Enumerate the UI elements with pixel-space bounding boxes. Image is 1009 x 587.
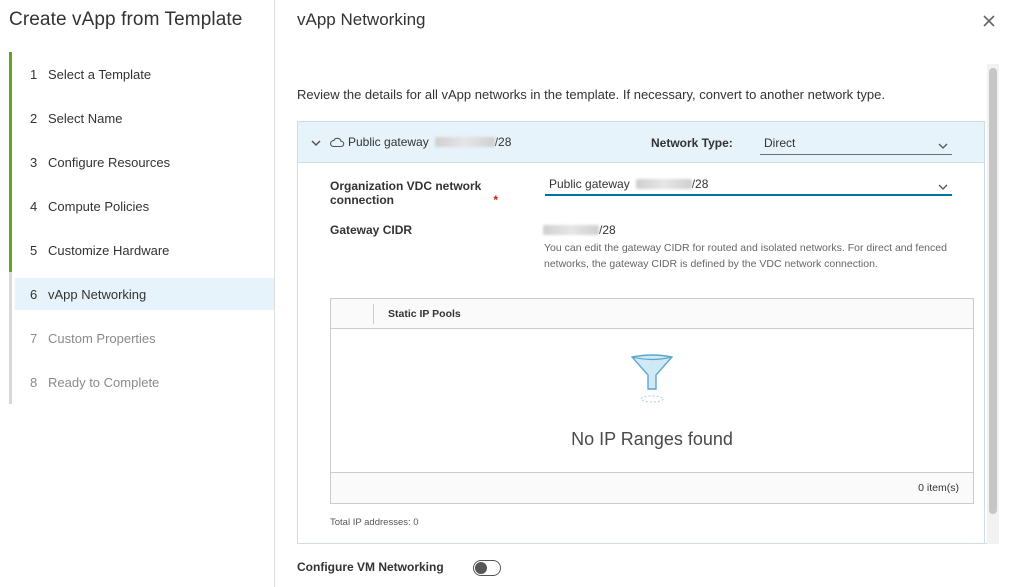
- network-name-suffix: /28: [494, 135, 512, 149]
- network-name: Public gateway /28: [348, 135, 511, 149]
- total-ip-addresses: Total IP addresses: 0: [330, 517, 419, 528]
- scrollbar-thumb[interactable]: [989, 68, 997, 514]
- filter-funnel-icon: [629, 353, 675, 405]
- org-vdc-label-text: Organization VDC network connection: [330, 179, 482, 207]
- redacted-address: [543, 225, 599, 235]
- chevron-down-icon[interactable]: [310, 136, 322, 148]
- step-label: Select a Template: [48, 66, 152, 82]
- step-label: Custom Properties: [48, 330, 156, 346]
- configure-vm-networking-toggle[interactable]: [473, 560, 501, 576]
- org-vdc-value-suffix: /28: [691, 177, 709, 191]
- step-custom-properties: 7 Custom Properties: [9, 316, 274, 360]
- grid-header: Static IP Pools: [331, 299, 973, 329]
- redacted-address: [635, 179, 692, 189]
- required-marker: *: [493, 193, 499, 207]
- network-type-label: Network Type:: [651, 136, 733, 150]
- step-number: 3: [30, 154, 38, 170]
- gateway-cidr-label: Gateway CIDR: [330, 223, 413, 237]
- org-vdc-value-prefix: Public gateway: [549, 177, 630, 191]
- empty-message: No IP Ranges found: [571, 429, 733, 449]
- network-card: Public gateway /28 Network Type: Direct …: [297, 121, 985, 544]
- step-number: 7: [30, 330, 38, 346]
- step-number: 5: [30, 242, 38, 258]
- step-label: vApp Networking: [48, 286, 147, 302]
- static-ip-pools-grid: Static IP Pools No IP Ranges found 0 ite…: [330, 298, 974, 504]
- step-configure-resources[interactable]: 3 Configure Resources: [9, 140, 274, 184]
- network-type-value: Direct: [764, 136, 796, 150]
- step-customize-hardware[interactable]: 5 Customize Hardware: [9, 228, 274, 272]
- intro-text: Review the details for all vApp networks…: [297, 87, 885, 102]
- step-label: Select Name: [48, 110, 123, 126]
- column-separator[interactable]: [373, 304, 374, 324]
- column-static-ip-pools[interactable]: Static IP Pools: [388, 308, 461, 320]
- step-number: 4: [30, 198, 38, 214]
- step-select-name[interactable]: 2 Select Name: [9, 96, 274, 140]
- step-label: Configure Resources: [48, 154, 171, 170]
- configure-vm-networking-label: Configure VM Networking: [297, 560, 444, 574]
- gateway-cidr-value: /28: [543, 223, 616, 237]
- network-type-select[interactable]: Direct: [760, 133, 952, 155]
- org-vdc-value: Public gateway /28: [549, 177, 708, 191]
- org-vdc-select[interactable]: Public gateway /28: [545, 174, 952, 196]
- chevron-down-icon: [938, 139, 948, 149]
- page-title: vApp Networking: [297, 10, 426, 29]
- network-card-header: Public gateway /28 Network Type: Direct: [298, 122, 984, 163]
- cloud-icon: [329, 135, 345, 149]
- step-label: Ready to Complete: [48, 374, 160, 390]
- step-select-template[interactable]: 1 Select a Template: [9, 52, 274, 96]
- grid-footer: 0 item(s): [331, 472, 973, 503]
- step-number: 1: [30, 66, 38, 82]
- redacted-address: [434, 137, 495, 147]
- wizard-sidebar: Create vApp from Template 1 Select a Tem…: [0, 0, 275, 587]
- gateway-cidr-help: You can edit the gateway CIDR for routed…: [544, 242, 947, 270]
- step-compute-policies[interactable]: 4 Compute Policies: [9, 184, 274, 228]
- step-label: Customize Hardware: [48, 242, 170, 258]
- step-number: 2: [30, 110, 38, 126]
- chevron-down-icon: [938, 180, 948, 190]
- step-ready-to-complete: 8 Ready to Complete: [9, 360, 274, 404]
- step-vapp-networking[interactable]: 6 vApp Networking: [9, 272, 274, 316]
- org-vdc-label: Organization VDC network connection *: [330, 179, 498, 207]
- network-name-prefix: Public gateway: [348, 135, 429, 149]
- step-label: Compute Policies: [48, 198, 150, 214]
- close-icon[interactable]: [980, 12, 998, 30]
- gateway-cidr-suffix: /28: [599, 223, 616, 237]
- step-number: 8: [30, 374, 38, 390]
- step-number: 6: [30, 286, 38, 302]
- vertical-scrollbar[interactable]: [987, 64, 999, 544]
- item-count: 0 item(s): [918, 482, 959, 494]
- wizard-title: Create vApp from Template: [9, 9, 243, 30]
- toggle-knob: [475, 562, 487, 574]
- wizard-steps: 1 Select a Template 2 Select Name 3 Conf…: [9, 52, 274, 404]
